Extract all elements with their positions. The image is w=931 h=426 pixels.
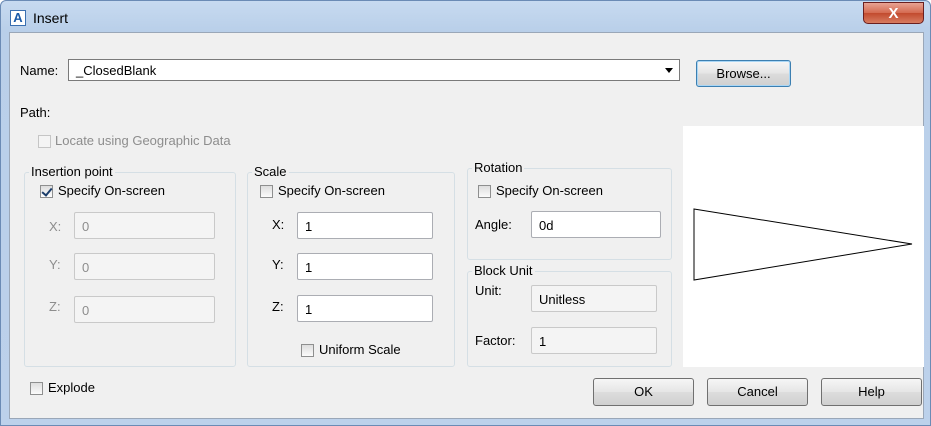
name-combobox[interactable]: _ClosedBlank — [68, 59, 680, 81]
factor-label: Factor: — [475, 333, 516, 348]
uniform-scale-checkbox[interactable] — [301, 344, 314, 357]
autocad-icon: A — [10, 10, 26, 26]
scale-y-label: Y: — [272, 257, 284, 272]
insertion-specify-label: Specify On-screen — [58, 183, 165, 198]
insertion-y-field[interactable]: 0 — [74, 253, 215, 280]
block-unit-title: Block Unit — [472, 263, 535, 278]
insertion-z-label: Z: — [49, 299, 61, 314]
help-button[interactable]: Help — [821, 378, 922, 406]
rotation-specify-label: Specify On-screen — [496, 183, 603, 198]
explode-label: Explode — [48, 380, 95, 395]
insertion-x-value: 0 — [82, 219, 90, 234]
window-title: Insert — [33, 10, 69, 26]
closed-arrowhead-preview — [693, 208, 913, 281]
block-preview — [683, 126, 924, 367]
rotation-title: Rotation — [472, 160, 525, 175]
browse-button[interactable]: Browse... — [696, 60, 791, 87]
scale-title: Scale — [252, 164, 289, 179]
factor-value: 1 — [539, 334, 547, 349]
dialog-body: Name: _ClosedBlank Browse... Path: Locat… — [9, 32, 924, 419]
scale-z-value: 1 — [305, 302, 313, 317]
angle-label: Angle: — [475, 217, 512, 232]
close-button[interactable]: X — [863, 2, 924, 24]
chevron-down-icon[interactable] — [665, 68, 673, 73]
factor-field: 1 — [531, 327, 657, 354]
title-bar[interactable]: A Insert X — [1, 1, 930, 33]
unit-label: Unit: — [475, 283, 502, 298]
path-label: Path: — [20, 105, 51, 120]
insertion-point-title: Insertion point — [29, 164, 115, 179]
insertion-x-label: X: — [49, 219, 62, 234]
name-label: Name: — [20, 63, 59, 78]
insertion-specify-checkbox[interactable] — [40, 185, 53, 198]
unit-value: Unitless — [539, 292, 586, 307]
cancel-button[interactable]: Cancel — [707, 378, 808, 406]
scale-z-field[interactable]: 1 — [297, 295, 433, 322]
geo-checkbox[interactable] — [38, 135, 51, 148]
insertion-x-field[interactable]: 0 — [74, 212, 215, 239]
angle-value: 0d — [539, 218, 554, 233]
ok-button[interactable]: OK — [593, 378, 694, 406]
scale-x-value: 1 — [305, 219, 313, 234]
scale-y-field[interactable]: 1 — [297, 253, 433, 280]
scale-x-label: X: — [272, 217, 285, 232]
explode-checkbox[interactable] — [30, 382, 43, 395]
insertion-z-field[interactable]: 0 — [74, 296, 215, 323]
scale-specify-label: Specify On-screen — [278, 183, 385, 198]
scale-specify-checkbox[interactable] — [260, 185, 273, 198]
geo-label: Locate using Geographic Data — [55, 133, 231, 148]
scale-x-field[interactable]: 1 — [297, 212, 433, 239]
insertion-y-label: Y: — [49, 257, 61, 272]
angle-field[interactable]: 0d — [531, 211, 661, 238]
uniform-scale-label: Uniform Scale — [319, 342, 401, 357]
insertion-z-value: 0 — [82, 303, 90, 318]
insert-dialog: A Insert X Name: _ClosedBlank Browse... … — [0, 0, 931, 426]
close-icon: X — [888, 5, 899, 22]
unit-field: Unitless — [531, 285, 657, 312]
rotation-specify-checkbox[interactable] — [478, 185, 491, 198]
insertion-y-value: 0 — [82, 260, 90, 275]
name-value: _ClosedBlank — [76, 63, 157, 78]
scale-y-value: 1 — [305, 260, 313, 275]
scale-z-label: Z: — [272, 299, 284, 314]
